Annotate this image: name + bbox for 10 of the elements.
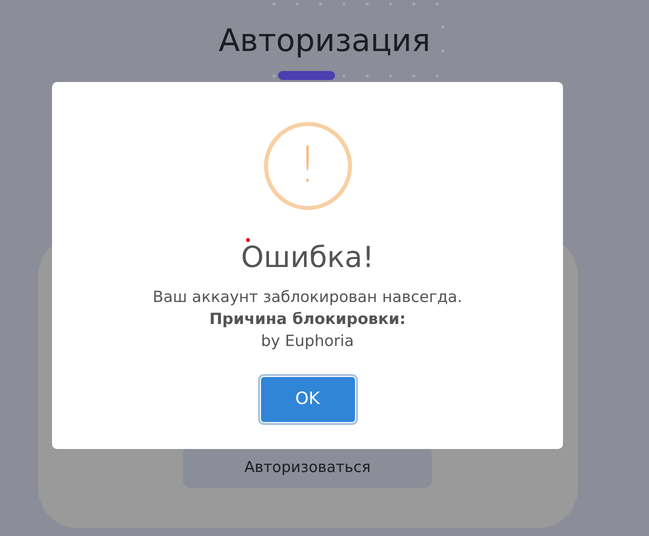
login-button[interactable]: Авторизоваться bbox=[183, 446, 432, 488]
title-underline bbox=[278, 71, 335, 80]
warning-icon: ! bbox=[264, 122, 352, 210]
page-title: Авторизация bbox=[218, 22, 430, 60]
dialog-title: Ошибка! bbox=[240, 240, 374, 274]
reason-text: by Euphoria bbox=[261, 331, 354, 352]
marker-dot bbox=[246, 238, 250, 242]
ok-button[interactable]: OK bbox=[260, 376, 356, 423]
reason-label: Причина блокировки: bbox=[209, 309, 406, 330]
dialog-message: Ваш аккаунт заблокирован навсегда. bbox=[152, 287, 462, 308]
